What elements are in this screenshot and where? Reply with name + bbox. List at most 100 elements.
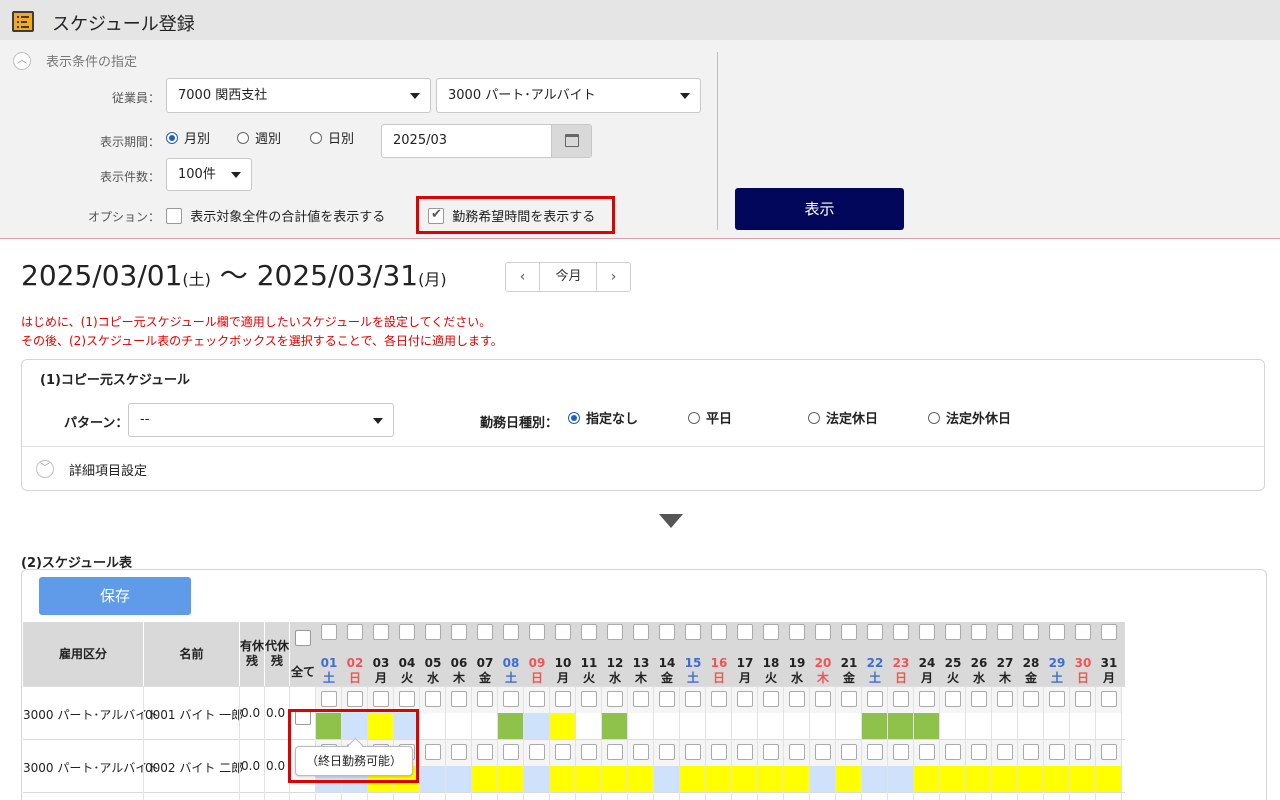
day-checkbox[interactable] [997, 624, 1013, 640]
day-checkbox[interactable] [503, 624, 519, 640]
collapse-up-icon[interactable]: ︿ [13, 52, 31, 70]
day-checkbox[interactable] [841, 624, 857, 640]
hope-cell[interactable] [940, 766, 966, 792]
cell-checkbox[interactable] [659, 691, 675, 707]
hope-cell[interactable] [810, 766, 836, 792]
cell-checkbox[interactable] [789, 744, 805, 760]
cell-checkbox[interactable] [1075, 744, 1091, 760]
period-radio-weekly[interactable]: 週別 [237, 132, 281, 148]
cell-checkbox[interactable] [711, 691, 727, 707]
option-total-checkbox[interactable]: 表示対象全件の合計値を表示する [166, 206, 385, 225]
month-input[interactable]: 2025/03 [381, 124, 592, 158]
hope-cell[interactable] [1070, 713, 1096, 739]
show-button[interactable]: 表示 [735, 188, 904, 230]
branch-select[interactable]: 7000 関西支社 [166, 78, 431, 113]
day-checkbox[interactable] [1023, 624, 1039, 640]
hope-cell[interactable] [862, 713, 888, 739]
daytype-radio-legal-holiday[interactable]: 法定休日 [808, 412, 878, 428]
day-checkbox[interactable] [685, 624, 701, 640]
hope-cell[interactable] [524, 766, 550, 792]
hope-cell[interactable] [654, 713, 680, 739]
hope-cell[interactable] [576, 766, 602, 792]
cell-checkbox[interactable] [737, 691, 753, 707]
day-checkbox[interactable] [971, 624, 987, 640]
employment-type-select[interactable]: 3000 パート･アルバイト [436, 78, 701, 113]
cell-checkbox[interactable] [555, 744, 571, 760]
select-all-checkbox[interactable] [295, 630, 311, 646]
cell-checkbox[interactable] [1049, 744, 1065, 760]
calendar-button[interactable] [551, 125, 591, 157]
cell-checkbox[interactable] [425, 744, 441, 760]
cell-checkbox[interactable] [997, 691, 1013, 707]
hope-cell[interactable] [966, 713, 992, 739]
detail-settings-toggle[interactable]: 詳細項目設定 [69, 460, 147, 479]
daytype-radio-weekday[interactable]: 平日 [688, 412, 732, 428]
day-checkbox[interactable] [477, 624, 493, 640]
hope-cell[interactable] [1096, 713, 1122, 739]
cell-checkbox[interactable] [685, 744, 701, 760]
cell-checkbox[interactable] [945, 691, 961, 707]
day-checkbox[interactable] [555, 624, 571, 640]
day-checkbox[interactable] [893, 624, 909, 640]
day-checkbox[interactable] [529, 624, 545, 640]
hope-cell[interactable] [498, 766, 524, 792]
cell-checkbox[interactable] [1075, 691, 1091, 707]
day-checkbox[interactable] [451, 624, 467, 640]
cell-checkbox[interactable] [893, 744, 909, 760]
cell-checkbox[interactable] [867, 691, 883, 707]
cell-checkbox[interactable] [477, 744, 493, 760]
expand-down-icon[interactable]: ﹀ [36, 460, 54, 478]
hope-cell[interactable] [602, 713, 628, 739]
day-checkbox[interactable] [399, 624, 415, 640]
day-checkbox[interactable] [815, 624, 831, 640]
hope-cell[interactable] [550, 766, 576, 792]
cell-checkbox[interactable] [971, 691, 987, 707]
cell-checkbox[interactable] [763, 691, 779, 707]
hope-cell[interactable] [706, 713, 732, 739]
count-select[interactable]: 100件 [166, 158, 252, 191]
cell-checkbox[interactable] [503, 744, 519, 760]
hope-cell[interactable] [524, 713, 550, 739]
cell-checkbox[interactable] [789, 691, 805, 707]
hope-cell[interactable] [992, 766, 1018, 792]
cell-checkbox[interactable] [1023, 691, 1039, 707]
hope-cell[interactable] [888, 766, 914, 792]
hope-cell[interactable] [576, 713, 602, 739]
cell-checkbox[interactable] [815, 744, 831, 760]
hope-cell[interactable] [680, 713, 706, 739]
cell-checkbox[interactable] [1049, 691, 1065, 707]
hope-cell[interactable] [446, 713, 472, 739]
hope-cell[interactable] [1070, 766, 1096, 792]
day-checkbox[interactable] [1075, 624, 1091, 640]
day-checkbox[interactable] [945, 624, 961, 640]
cell-checkbox[interactable] [477, 691, 493, 707]
hope-cell[interactable] [732, 713, 758, 739]
hope-cell[interactable] [940, 713, 966, 739]
hope-cell[interactable] [888, 713, 914, 739]
hope-cell[interactable] [654, 766, 680, 792]
day-checkbox[interactable] [867, 624, 883, 640]
cell-checkbox[interactable] [581, 744, 597, 760]
cell-checkbox[interactable] [321, 691, 337, 707]
day-checkbox[interactable] [633, 624, 649, 640]
pattern-select[interactable]: -- [128, 403, 394, 437]
day-checkbox[interactable] [763, 624, 779, 640]
cell-checkbox[interactable] [581, 691, 597, 707]
cell-checkbox[interactable] [997, 744, 1013, 760]
cell-checkbox[interactable] [399, 691, 415, 707]
cell-checkbox[interactable] [867, 744, 883, 760]
day-checkbox[interactable] [1049, 624, 1065, 640]
cell-checkbox[interactable] [1023, 744, 1039, 760]
hope-cell[interactable] [1044, 766, 1070, 792]
hope-cell[interactable] [836, 713, 862, 739]
hope-cell[interactable] [628, 713, 654, 739]
cell-checkbox[interactable] [451, 691, 467, 707]
hope-cell[interactable] [680, 766, 706, 792]
day-checkbox[interactable] [607, 624, 623, 640]
hope-cell[interactable] [446, 766, 472, 792]
hope-cell[interactable] [992, 713, 1018, 739]
day-checkbox[interactable] [737, 624, 753, 640]
prev-month-button[interactable]: ‹ [506, 263, 540, 291]
cell-checkbox[interactable] [1101, 744, 1117, 760]
cell-checkbox[interactable] [529, 691, 545, 707]
